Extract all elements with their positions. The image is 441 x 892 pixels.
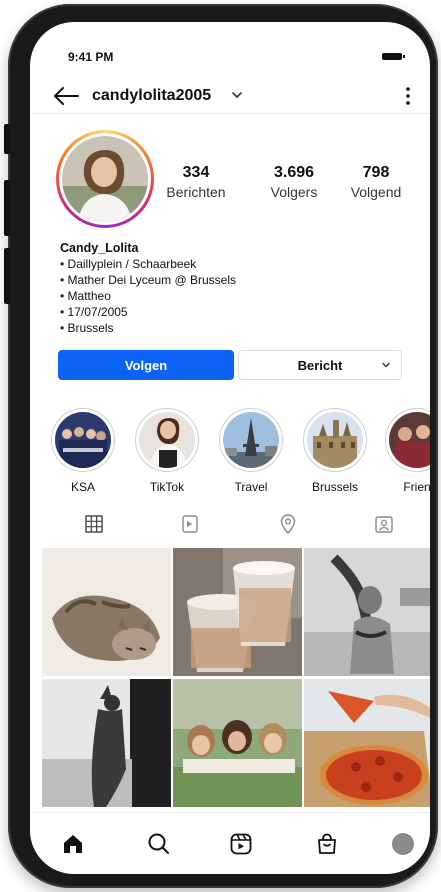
highlight-label: Brussels [311, 480, 358, 494]
chevron-down-icon[interactable] [381, 360, 391, 370]
bio-line: • Daillyplein / Schaarbeek [60, 257, 197, 271]
highlight-travel[interactable]: Travel [218, 408, 284, 494]
grid-icon[interactable] [82, 512, 106, 536]
volume-up-button [4, 180, 10, 236]
location-icon[interactable] [276, 512, 300, 536]
posts-count: 334 [182, 164, 210, 181]
followers-count: 3.696 [273, 164, 315, 181]
highlight-label: Travel [234, 480, 268, 494]
profile-icon[interactable] [392, 833, 414, 855]
grid-post-silhouette[interactable] [42, 679, 171, 807]
highlight-label: Frien [403, 480, 430, 494]
avatar-photo [62, 136, 148, 222]
highlight-tiktok[interactable]: TikTok [134, 408, 200, 494]
volume-down-button [4, 248, 10, 304]
search-icon[interactable] [146, 831, 172, 857]
posts-grid [42, 548, 430, 810]
reels-tab-icon[interactable] [178, 512, 202, 536]
bio-line: • Brussels [60, 321, 114, 335]
highlight-friends-photo [389, 412, 430, 468]
more-options-icon[interactable] [404, 84, 412, 108]
highlight-travel-photo [223, 412, 279, 468]
message-button-label: Bericht [297, 357, 343, 373]
status-bar: 9:41 PM [30, 22, 430, 66]
profile-bio: Candy_Lolita • Daillyplein / Schaarbeek … [60, 240, 236, 336]
stat-posts[interactable]: 334 Berichten [156, 164, 236, 200]
tagged-icon[interactable] [372, 512, 396, 536]
battery-icon [382, 53, 405, 60]
profile-content-tabs [30, 512, 430, 536]
highlight-label: TikTok [149, 480, 185, 494]
highlight-label: KSA [70, 480, 95, 494]
bio-line: • Mattheo [60, 289, 111, 303]
screen: 9:41 PM candylolita2005 334 Berichten 3.… [30, 22, 430, 874]
profile-username[interactable]: candylolita2005 [92, 87, 211, 105]
highlight-ksa-photo [55, 412, 111, 468]
profile-header: candylolita2005 [30, 78, 430, 114]
grid-post-coffee[interactable] [173, 548, 302, 676]
follow-button[interactable]: Volgen [58, 350, 234, 380]
status-time: 9:41 PM [68, 50, 114, 64]
shop-icon[interactable] [314, 831, 340, 857]
grid-post-beach-girl[interactable] [304, 548, 430, 676]
highlight-brussels-photo [307, 412, 363, 468]
phone-frame: 9:41 PM candylolita2005 334 Berichten 3.… [4, 4, 438, 888]
highlight-friends[interactable]: Frien [384, 408, 430, 494]
reels-icon[interactable] [228, 831, 254, 857]
bio-line: • Mather Dei Lyceum @ Brussels [60, 273, 236, 287]
highlight-ksa[interactable]: KSA [50, 408, 116, 494]
bottom-navigation [30, 812, 430, 874]
profile-avatar[interactable] [56, 130, 154, 228]
grid-post-cat[interactable] [42, 548, 171, 676]
grid-post-pizza[interactable] [304, 679, 430, 807]
posts-label: Berichten [166, 184, 226, 200]
home-icon[interactable] [60, 831, 86, 857]
followers-label: Volgers [270, 184, 318, 200]
following-label: Volgend [350, 184, 402, 200]
back-arrow-icon[interactable] [52, 84, 80, 108]
chevron-down-icon[interactable] [230, 88, 244, 102]
stat-followers[interactable]: 3.696 Volgers [254, 164, 334, 200]
following-count: 798 [362, 164, 390, 181]
message-button[interactable]: Bericht [238, 350, 402, 380]
highlight-brussels[interactable]: Brussels [302, 408, 368, 494]
mute-switch [4, 124, 10, 154]
stat-following[interactable]: 798 Volgend [336, 164, 416, 200]
bio-line: • 17/07/2005 [60, 305, 128, 319]
display-name: Candy_Lolita [60, 241, 139, 255]
grid-post-friends[interactable] [173, 679, 302, 807]
highlight-tiktok-photo [139, 412, 195, 468]
